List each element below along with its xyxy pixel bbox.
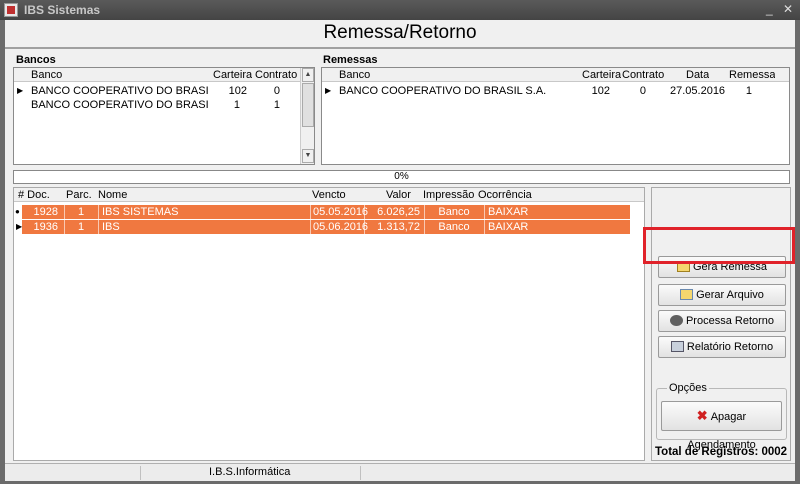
remessas-cell-banco: BANCO COOPERATIVO DO BRASIL S.A. xyxy=(339,85,547,97)
status-bar: I.B.S.Informática xyxy=(5,463,795,481)
bancos-group-title: Bancos xyxy=(16,54,56,66)
documents-cell-ocorrencia: BAIXAR xyxy=(488,206,529,218)
remessas-grid[interactable]: Banco Carteira Contrato Data Remessa ▶ B… xyxy=(321,67,790,165)
bancos-grid-header: Banco Carteira Contrato xyxy=(14,68,300,82)
printer-icon xyxy=(670,341,684,352)
documents-cell-impressao: Banco xyxy=(438,221,470,233)
status-segment xyxy=(5,466,141,480)
gerar-arquivo-label: Gerar Arquivo xyxy=(696,289,764,301)
documents-cell-nome: IBS xyxy=(102,221,120,233)
documents-cell-valor: 1.313,72 xyxy=(377,221,420,233)
documents-col-nome[interactable]: Nome xyxy=(98,188,127,202)
highlight-box xyxy=(643,227,795,264)
processa-retorno-label: Processa Retorno xyxy=(685,315,775,327)
status-company: I.B.S.Informática xyxy=(209,466,291,478)
bancos-col-contrato[interactable]: Contrato xyxy=(255,68,297,82)
remessas-col-contrato[interactable]: Contrato xyxy=(622,68,664,82)
remessas-cell-data: 27.05.2016 xyxy=(670,85,726,97)
documents-grid-header: # Doc. Parc. Nome Vencto Valor Impressão… xyxy=(14,188,644,202)
bancos-cell-carteira: 102 xyxy=(228,85,247,97)
opcoes-legend: Opções xyxy=(667,382,709,394)
remessas-cell-remessa: 1 xyxy=(745,85,752,97)
remessas-col-banco[interactable]: Banco xyxy=(339,68,370,82)
documents-cell-vencto: 05.06.2016 xyxy=(313,221,369,233)
documents-cell-doc: 1936 xyxy=(33,221,58,233)
client-area: Remessa/Retorno Bancos Banco Carteira Co… xyxy=(5,20,795,481)
row-pointer-icon: ▶ xyxy=(16,222,23,231)
page-title: Remessa/Retorno xyxy=(323,22,477,43)
documents-row[interactable]: 1936 1 IBS 05.06.2016 1.313,72 Banco BAI… xyxy=(22,220,630,234)
documents-col-valor[interactable]: Valor xyxy=(386,188,411,202)
scroll-up-icon[interactable]: ▲ xyxy=(302,68,314,82)
remessas-group-title: Remessas xyxy=(323,54,378,66)
bancos-cell-banco: BANCO COOPERATIVO DO BRASIL S xyxy=(31,85,209,97)
documents-row[interactable]: 1928 1 IBS SISTEMAS 05.05.2016 6.026,25 … xyxy=(22,205,630,219)
title-bar: IBS Sistemas _ ✕ xyxy=(0,0,800,20)
gears-icon xyxy=(669,315,683,326)
documents-col-parc[interactable]: Parc. xyxy=(66,188,92,202)
total-registros: Total de Registros: 0002 xyxy=(655,446,788,458)
documents-col-doc[interactable]: # Doc. xyxy=(18,188,50,202)
documents-cell-vencto: 05.05.2016 xyxy=(313,206,369,218)
remessas-row[interactable]: ▶ BANCO COOPERATIVO DO BRASIL S.A. 102 0… xyxy=(322,84,789,98)
bancos-cell-carteira: 1 xyxy=(233,99,240,111)
current-row-indicator-icon: ▶ xyxy=(17,86,24,95)
remessas-col-remessa[interactable]: Remessa xyxy=(729,68,775,82)
close-button[interactable]: ✕ xyxy=(783,2,793,16)
documents-col-impressao[interactable]: Impressão xyxy=(423,188,474,202)
bancos-scrollbar[interactable]: ▲ ▼ xyxy=(300,68,314,164)
relatorio-retorno-button[interactable]: Relatório Retorno xyxy=(658,336,786,358)
progress-bar: 0% xyxy=(13,170,790,184)
bancos-cell-contrato: 0 xyxy=(273,85,280,97)
documents-col-ocorrencia[interactable]: Ocorrência xyxy=(478,188,532,202)
window-title: IBS Sistemas xyxy=(24,3,101,17)
minimize-button[interactable]: _ xyxy=(766,2,773,16)
remessas-col-data[interactable]: Data xyxy=(686,68,709,82)
documents-col-vencto[interactable]: Vencto xyxy=(312,188,346,202)
bancos-col-carteira[interactable]: Carteira xyxy=(213,68,252,82)
scroll-thumb[interactable] xyxy=(302,83,314,127)
header-divider xyxy=(5,47,795,49)
opcoes-group: Opções ✖ Apagar Agendamento xyxy=(656,382,787,451)
current-row-dot-icon: ● xyxy=(15,207,20,216)
processa-retorno-button[interactable]: Processa Retorno xyxy=(658,310,786,332)
bancos-cell-contrato: 1 xyxy=(273,99,280,111)
current-row-indicator-icon: ▶ xyxy=(325,86,332,95)
documents-cell-parc: 1 xyxy=(77,206,85,218)
app-window: IBS Sistemas _ ✕ Remessa/Retorno Bancos … xyxy=(0,0,800,484)
status-segment-company: I.B.S.Informática xyxy=(141,466,361,480)
documents-cell-nome: IBS SISTEMAS xyxy=(102,206,179,218)
documents-grid[interactable]: # Doc. Parc. Nome Vencto Valor Impressão… xyxy=(13,187,645,461)
remessas-cell-contrato: 0 xyxy=(639,85,646,97)
bancos-col-banco[interactable]: Banco xyxy=(31,68,62,82)
remessas-grid-header: Banco Carteira Contrato Data Remessa xyxy=(322,68,789,82)
gerar-arquivo-button[interactable]: Gerar Arquivo xyxy=(658,284,786,306)
relatorio-retorno-label: Relatório Retorno xyxy=(686,341,774,353)
bancos-cell-banco: BANCO COOPERATIVO DO BRASIL S xyxy=(31,99,209,111)
remessas-col-carteira[interactable]: Carteira xyxy=(582,68,621,82)
delete-x-icon: ✖ xyxy=(696,408,708,423)
bancos-row[interactable]: ▶ BANCO COOPERATIVO DO BRASIL S 102 0 xyxy=(14,84,300,98)
app-logo-icon xyxy=(4,3,18,17)
documents-cell-valor: 6.026,25 xyxy=(377,206,420,218)
documents-cell-parc: 1 xyxy=(77,221,85,233)
apagar-agendamento-button[interactable]: ✖ Apagar Agendamento xyxy=(661,401,782,451)
documents-cell-ocorrencia: BAIXAR xyxy=(488,221,529,233)
bancos-grid[interactable]: Banco Carteira Contrato ▶ BANCO COOPERAT… xyxy=(13,67,315,165)
documents-cell-impressao: Banco xyxy=(438,206,470,218)
bancos-row[interactable]: BANCO COOPERATIVO DO BRASIL S 1 1 xyxy=(14,98,300,112)
documents-cell-doc: 1928 xyxy=(33,206,58,218)
remessas-cell-carteira: 102 xyxy=(591,85,610,97)
scroll-down-icon[interactable]: ▼ xyxy=(302,149,314,163)
file-export-icon xyxy=(680,289,694,300)
